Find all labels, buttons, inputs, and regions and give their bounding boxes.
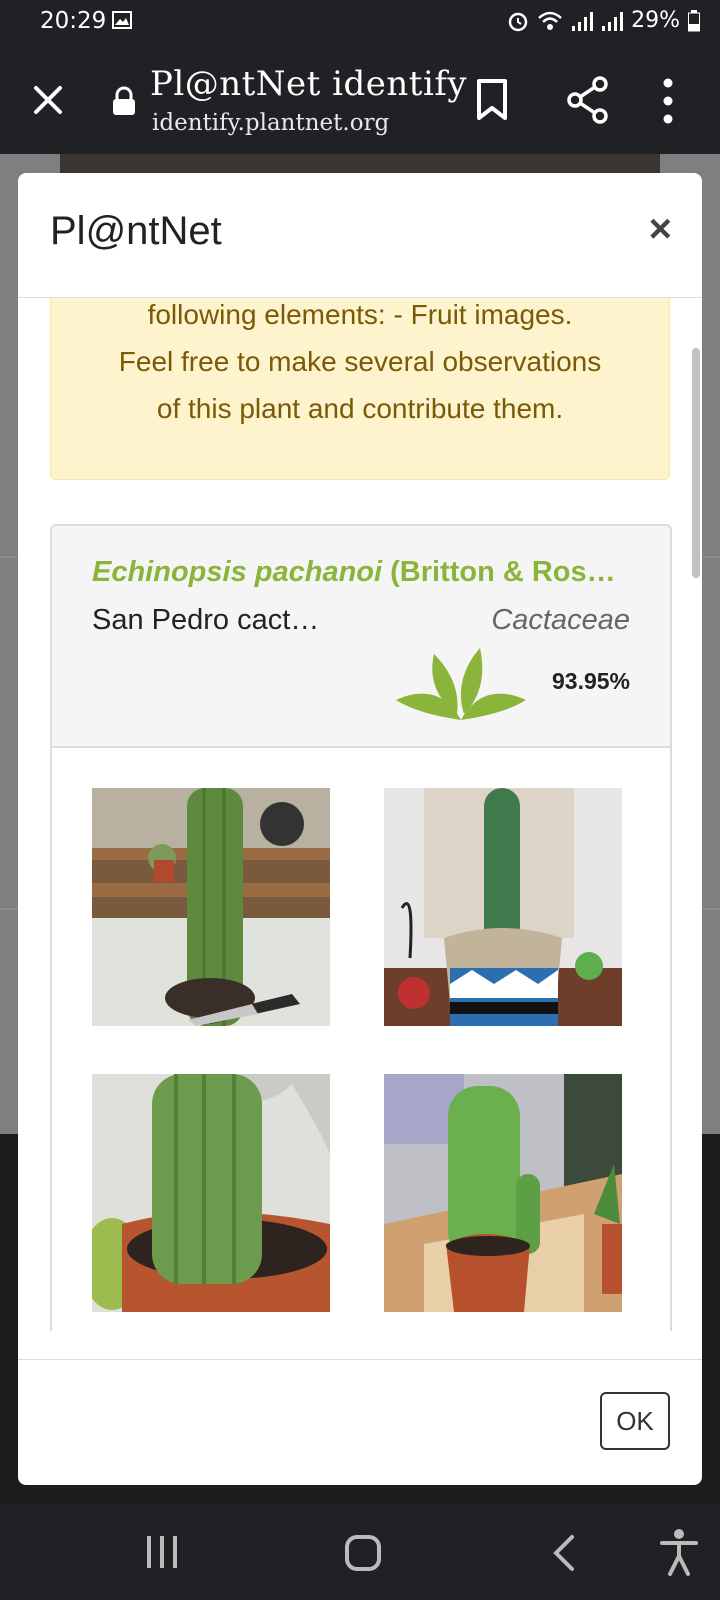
battery-percent: 29% — [631, 8, 680, 33]
result-header[interactable]: Echinopsis pachanoi (Britton & Rose… San… — [52, 526, 670, 748]
plant-photo-4[interactable] — [384, 1074, 622, 1312]
signal-icon-2 — [602, 11, 624, 31]
plant-photo-1[interactable] — [92, 788, 330, 1026]
modal-close-button[interactable]: × — [649, 209, 672, 249]
warning-alert: following elements: - Fruit images. Feel… — [50, 298, 670, 480]
accessibility-icon[interactable] — [660, 1528, 698, 1576]
modal-scrollbar[interactable] — [692, 348, 700, 578]
scientific-name-binomial: Echinopsis pachanoi — [92, 556, 383, 588]
family-name: Cactaceae — [491, 604, 630, 636]
browser-toolbar: Pl@ntNet identify identify.plantnet.org — [0, 44, 720, 154]
status-right-group: 29% — [507, 8, 700, 33]
result-modal: Pl@ntNet × following elements: - Fruit i… — [18, 173, 702, 1485]
alarm-icon — [508, 12, 528, 31]
image-notification-icon — [112, 11, 132, 29]
close-tab-icon[interactable] — [26, 78, 70, 122]
plant-photo-3[interactable] — [92, 1074, 330, 1312]
status-time: 20:29 — [40, 8, 107, 34]
page-url[interactable]: identify.plantnet.org — [152, 110, 389, 136]
modal-title: Pl@ntNet — [50, 209, 222, 253]
back-icon[interactable] — [552, 1534, 576, 1572]
wifi-icon — [538, 11, 562, 30]
modal-footer: OK — [18, 1359, 702, 1485]
scientific-name-author: (Britton & Rose… — [390, 556, 622, 588]
home-icon[interactable] — [344, 1534, 382, 1572]
modal-header: Pl@ntNet × — [18, 173, 702, 298]
signal-icon — [572, 11, 594, 31]
backdrop-photo — [60, 154, 660, 174]
ok-button[interactable]: OK — [600, 1392, 670, 1450]
battery-icon — [688, 9, 700, 31]
share-icon[interactable] — [566, 76, 610, 124]
plant-photo-2[interactable] — [384, 788, 622, 1026]
scientific-name[interactable]: Echinopsis pachanoi (Britton & Rose… — [92, 556, 622, 589]
confidence-score: 93.95% — [551, 668, 630, 694]
common-name: San Pedro cact… — [92, 604, 320, 636]
alert-line-2: Feel free to make several observations — [118, 346, 602, 377]
plantnet-leaf-icon — [396, 648, 526, 720]
modal-body[interactable]: following elements: - Fruit images. Feel… — [18, 298, 702, 1331]
recent-apps-icon[interactable] — [145, 1534, 179, 1570]
page-title[interactable]: Pl@ntNet identify — [150, 64, 467, 104]
alert-line-1: following elements: - Fruit images. — [147, 299, 573, 330]
system-nav-bar — [0, 1504, 720, 1600]
lock-icon — [113, 86, 135, 115]
alert-line-3: of this plant and contribute them. — [156, 393, 564, 424]
status-bar: 20:29 29% — [0, 0, 720, 44]
species-result-card[interactable]: Echinopsis pachanoi (Britton & Rose… San… — [50, 524, 672, 1331]
bookmark-icon[interactable] — [474, 78, 510, 122]
more-options-icon[interactable] — [660, 76, 676, 126]
